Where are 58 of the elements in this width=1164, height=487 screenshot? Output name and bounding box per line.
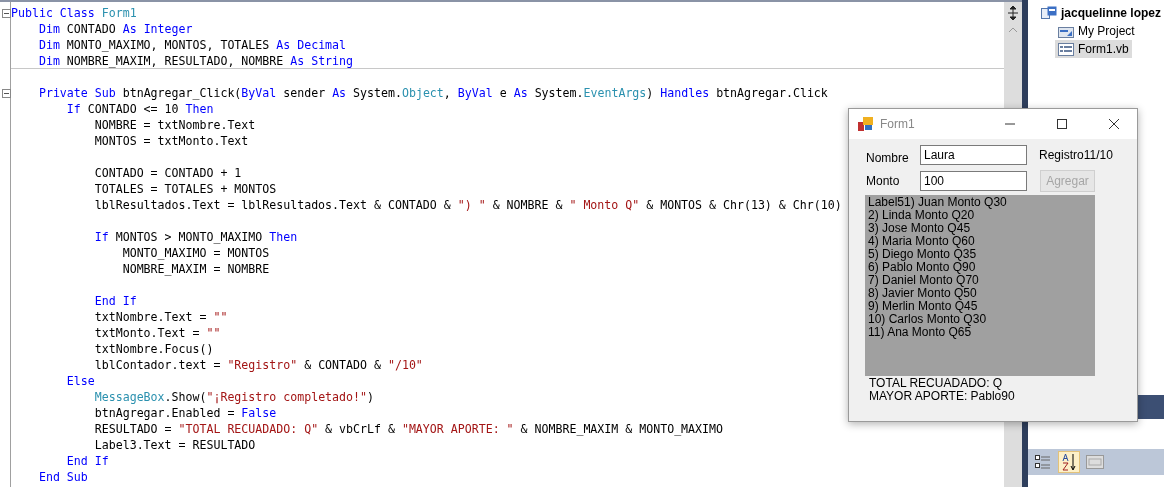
- code-line: lblContador.text = "Registro" & CONTADO & "/10": [93, 358, 423, 372]
- window-title: Form1: [880, 117, 916, 131]
- result-line: 4) Maria Monto Q60: [868, 235, 975, 248]
- result-line: 7) Daniel Monto Q70: [868, 274, 979, 287]
- close-icon[interactable]: [1109, 119, 1119, 129]
- code-line: Label3.Text = RESULTADO: [93, 438, 256, 452]
- code-line: MONTO_MAXIMO = MONTOS: [121, 246, 270, 260]
- code-line: txtNombre.Focus(): [93, 342, 214, 356]
- sort-icon[interactable]: [1060, 453, 1077, 471]
- code-line: If MONTOS > MONTO_MAXIMO Then: [93, 230, 298, 244]
- tree-item[interactable]: My Project: [1077, 24, 1135, 38]
- code-line: NOMBRE = txtNombre.Text: [93, 118, 256, 132]
- code-line: Dim MONTO_MAXIMO, MONTOS, TOTALES As Decimal: [37, 38, 347, 52]
- code-line: End If: [93, 294, 137, 308]
- code-line: txtNombre.Text = "": [93, 310, 228, 324]
- code-line: Else: [65, 374, 95, 388]
- result-line: 11) Ana Monto Q65: [868, 326, 972, 339]
- code-line: txtMonto.Text = "": [93, 326, 221, 340]
- code-line: NOMBRE_MAXIM = NOMBRE: [121, 262, 270, 276]
- result-line: 2) Linda Monto Q20: [868, 209, 975, 222]
- result-line: Label51) Juan Monto Q30: [868, 196, 1007, 209]
- field-label: Monto: [866, 174, 901, 188]
- result-line: 10) Carlos Monto Q30: [868, 313, 987, 326]
- result-line: 3) Jose Monto Q45: [868, 222, 971, 235]
- code-line: Dim NOMBRE_MAXIM, RESULTADO, NOMBRE As String: [37, 54, 354, 68]
- code-line: CONTADO = CONTADO + 1: [93, 166, 242, 180]
- form-icon: [858, 117, 874, 131]
- code-line: If CONTADO <= 10 Then: [65, 102, 214, 116]
- code-line: RESULTADO = "TOTAL RECUADADO: Q" & vbCrLf & "MAYOR APORTE: " & NOMBRE_MAXIM & MONTO_MAXIMO: [93, 422, 723, 436]
- solution-icon: [1040, 6, 1057, 20]
- code-line: MONTOS = txtMonto.Text: [93, 134, 249, 148]
- code-line: btnAgregar.Enabled = False: [93, 406, 277, 420]
- counter-label: Registro11/10: [1039, 148, 1113, 162]
- summary-line: MAYOR APORTE: Pablo90: [869, 390, 1015, 403]
- code-line: MessageBox.Show("¡Registro completado!"): [93, 390, 374, 404]
- field-label: Nombre: [866, 150, 910, 165]
- form-file-icon: [1057, 42, 1074, 56]
- result-line: 9) Merlin Monto Q45: [868, 300, 978, 313]
- folder-icon: [1057, 24, 1074, 38]
- collapse-icon[interactable]: [2, 89, 11, 98]
- result-line: 6) Pablo Monto Q90: [868, 261, 976, 274]
- result-line: 5) Diego Monto Q35: [868, 248, 977, 261]
- code-line: lblResultados.Text = lblResultados.Text & CONTADO & ") " & NOMBRE & " Monto Q" & MONTOS & Chr(13) & Chr(10): [93, 198, 842, 212]
- code-line: End If: [65, 454, 109, 468]
- result-line: 8) Javier Monto Q50: [868, 287, 977, 300]
- maximize-icon[interactable]: [1057, 119, 1067, 129]
- summary-line: TOTAL RECUADADO: Q: [869, 377, 1003, 390]
- input-field[interactable]: Laura: [920, 145, 1027, 165]
- code-line: Public Class Form1: [11, 6, 137, 20]
- split-icon[interactable]: [1006, 5, 1021, 21]
- code-line: Private Sub btnAgregar_Click(ByVal sender As System.Object, ByVal e As System.EventArgs) Handles btnAgregar.Click: [37, 86, 828, 100]
- code-line: End Sub: [37, 470, 88, 484]
- input-field[interactable]: 100: [920, 171, 1027, 191]
- code-line: TOTALES = TOTALES + MONTOS: [93, 182, 277, 196]
- collapse-icon[interactable]: [2, 9, 11, 18]
- tree-item[interactable]: jacquelinne lopez: [1060, 6, 1161, 20]
- code-line: Dim CONTADO As Integer: [37, 22, 193, 36]
- categorized-icon[interactable]: [1034, 454, 1051, 470]
